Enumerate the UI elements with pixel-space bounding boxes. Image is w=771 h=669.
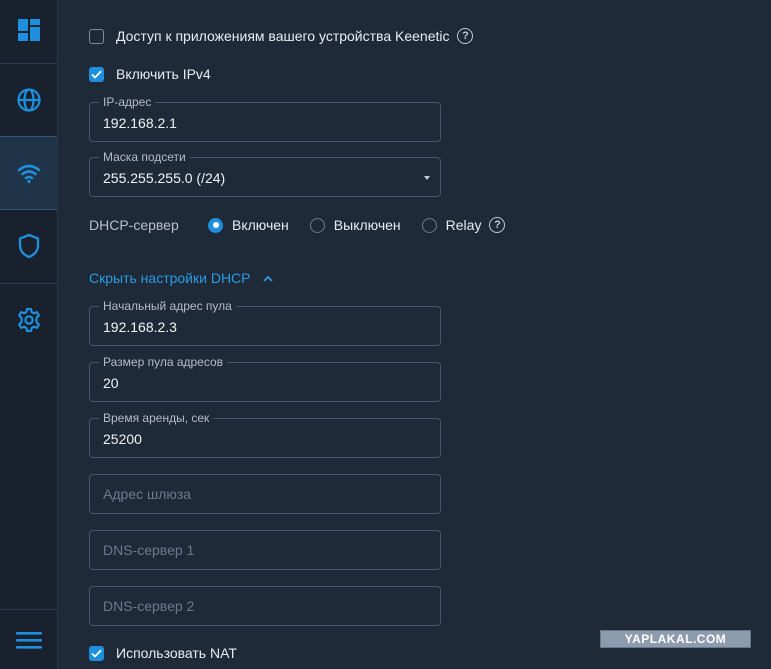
dashboard-icon — [17, 19, 40, 41]
subnet-mask-label: Маска подсети — [99, 151, 190, 164]
dns2-input[interactable]: DNS-сервер 2 — [89, 586, 441, 626]
dhcp-option-relay[interactable]: Relay ? — [421, 217, 506, 233]
nav-security[interactable] — [0, 210, 57, 282]
dropdown-caret-icon — [424, 176, 430, 180]
pool-size-label: Размер пула адресов — [99, 356, 228, 369]
main-panel: Доступ к приложениям вашего устройства K… — [58, 0, 771, 669]
radio-on[interactable] — [208, 217, 223, 233]
enable-ipv4-checkbox[interactable] — [89, 66, 104, 82]
sidebar — [0, 0, 58, 669]
app-access-row: Доступ к приложениям вашего устройства K… — [89, 28, 474, 44]
radio-relay-label: Relay — [445, 217, 482, 233]
ip-address-value: 192.168.2.1 — [103, 115, 177, 131]
radio-on-label: Включен — [232, 217, 289, 233]
nav-internet[interactable] — [0, 64, 57, 136]
dns2-placeholder: DNS-сервер 2 — [103, 598, 195, 614]
app-access-label: Доступ к приложениям вашего устройства K… — [116, 28, 450, 44]
enable-ipv4-row: Включить IPv4 — [89, 66, 211, 82]
nav-settings[interactable] — [0, 284, 57, 356]
subnet-mask-select[interactable]: Маска подсети 255.255.255.0 (/24) — [89, 151, 441, 197]
pool-start-label: Начальный адрес пула — [99, 300, 236, 313]
hide-dhcp-settings-label: Скрыть настройки DHCP — [89, 270, 251, 286]
checkmark-icon — [91, 70, 102, 79]
gear-icon — [17, 307, 40, 333]
dhcp-option-off[interactable]: Выключен — [309, 217, 401, 233]
globe-icon — [16, 88, 41, 112]
use-nat-label: Использовать NAT — [116, 645, 237, 661]
pool-start-value: 192.168.2.3 — [103, 319, 177, 335]
lease-time-value: 25200 — [103, 431, 142, 447]
dhcp-server-row: DHCP-сервер Включен Выключен Relay ? — [89, 215, 506, 235]
hide-dhcp-settings-link[interactable]: Скрыть настройки DHCP — [89, 270, 273, 286]
lease-time-field[interactable]: Время аренды, сек 25200 — [89, 412, 441, 458]
help-icon[interactable]: ? — [457, 28, 474, 44]
pool-size-value: 20 — [103, 375, 119, 391]
radio-relay[interactable] — [421, 217, 437, 233]
chevron-up-icon — [262, 275, 273, 282]
dhcp-option-on[interactable]: Включен — [208, 217, 289, 233]
dns1-placeholder: DNS-сервер 1 — [103, 542, 195, 558]
pool-start-field[interactable]: Начальный адрес пула 192.168.2.3 — [89, 300, 441, 346]
dns1-input[interactable]: DNS-сервер 1 — [89, 530, 441, 570]
pool-size-field[interactable]: Размер пула адресов 20 — [89, 356, 441, 402]
nav-dashboard[interactable] — [0, 0, 57, 60]
app-access-checkbox[interactable] — [89, 28, 104, 44]
radio-off-label: Выключен — [333, 217, 401, 233]
wifi-icon — [17, 164, 40, 184]
subnet-mask-value: 255.255.255.0 (/24) — [103, 170, 226, 186]
gateway-input[interactable]: Адрес шлюза — [89, 474, 441, 514]
nav-wifi[interactable] — [0, 136, 57, 210]
use-nat-row: Использовать NAT — [89, 645, 237, 661]
menu-icon — [15, 631, 42, 649]
relay-help-icon[interactable]: ? — [489, 217, 506, 233]
watermark: YAPLAKAL.COM — [600, 630, 751, 648]
ip-address-label: IP-адрес — [99, 96, 156, 109]
radio-off[interactable] — [309, 217, 325, 233]
lease-time-label: Время аренды, сек — [99, 412, 214, 425]
ip-address-field[interactable]: IP-адрес 192.168.2.1 — [89, 96, 441, 142]
nav-menu[interactable] — [0, 610, 57, 669]
gateway-placeholder: Адрес шлюза — [103, 486, 192, 502]
shield-icon — [18, 233, 39, 259]
enable-ipv4-label: Включить IPv4 — [116, 66, 211, 82]
dhcp-server-title: DHCP-сервер — [89, 217, 179, 233]
use-nat-checkbox[interactable] — [89, 645, 104, 661]
checkmark-icon — [91, 649, 102, 658]
